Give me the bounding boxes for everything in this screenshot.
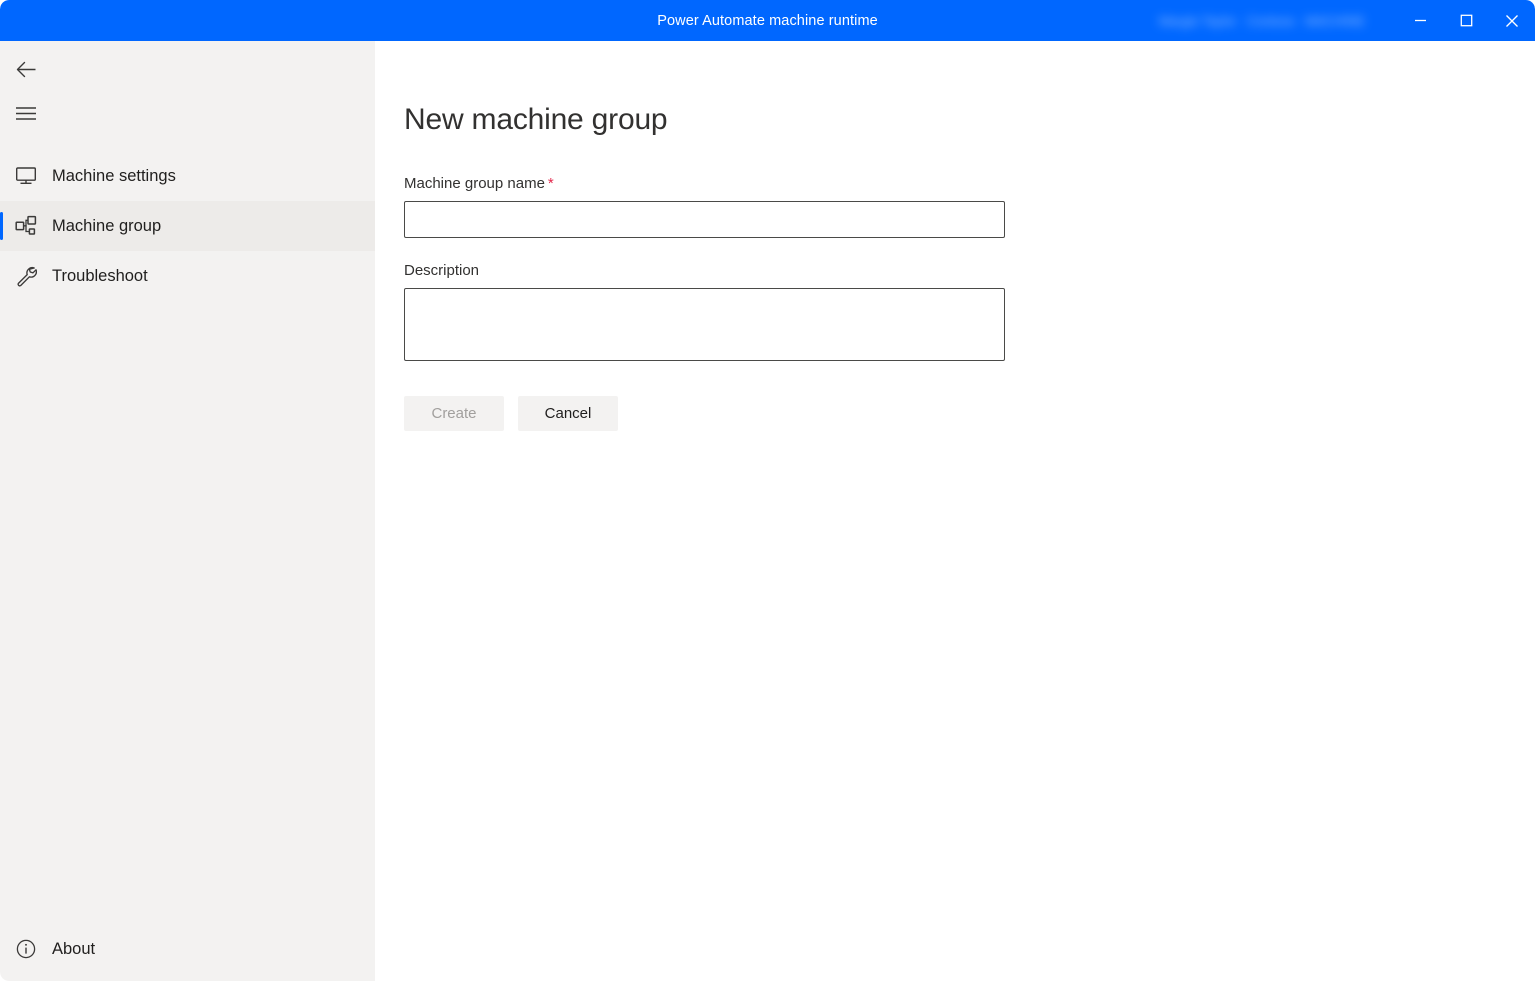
app-window: Power Automate machine runtime Margie Ta… [0, 0, 1535, 981]
close-button[interactable] [1489, 0, 1535, 41]
sidebar-nav: Machine settings Machine group Troublesh… [0, 151, 375, 301]
machine-group-name-label-text: Machine group name [404, 175, 545, 192]
window-title: Power Automate machine runtime [657, 12, 878, 29]
sidebar-item-about[interactable]: About [0, 923, 375, 975]
form-actions: Create Cancel [404, 396, 1535, 431]
sidebar-item-label: Troubleshoot [52, 266, 148, 285]
sidebar-item-label: Machine settings [52, 166, 176, 185]
maximize-icon [1460, 14, 1472, 27]
description-label: Description [404, 262, 480, 279]
minimize-button[interactable] [1397, 0, 1443, 41]
create-button[interactable]: Create [404, 396, 504, 431]
page-title: New machine group [404, 103, 668, 136]
sidebar: Machine settings Machine group Troublesh… [0, 41, 375, 981]
sidebar-item-label: About [52, 939, 96, 958]
sidebar-item-label: Machine group [52, 216, 162, 235]
back-arrow-icon [16, 61, 35, 77]
sidebar-item-troubleshoot[interactable]: Troubleshoot [0, 251, 375, 301]
account-info-blurred: Margie Taylor Contoso MACHINE [1159, 13, 1365, 28]
account-info-part: Margie Taylor [1158, 13, 1237, 28]
hamburger-menu-icon [16, 106, 36, 120]
minimize-icon [1414, 19, 1426, 22]
maximize-button[interactable] [1443, 0, 1489, 41]
hamburger-menu-button[interactable] [2, 91, 50, 135]
required-asterisk: * [547, 175, 554, 192]
sidebar-item-machine-settings[interactable]: Machine settings [0, 151, 375, 201]
machine-group-icon [15, 215, 43, 237]
machine-group-name-field-group: Machine group name * [404, 175, 1535, 238]
sidebar-header [0, 41, 375, 135]
info-circle-icon [15, 938, 43, 960]
description-input[interactable] [404, 288, 1005, 361]
main-content: New machine group Machine group name * De… [375, 41, 1535, 981]
account-info-part: Contoso [1246, 13, 1296, 28]
machine-group-name-label: Machine group name * [404, 175, 1535, 192]
description-field-group: Description [404, 262, 1535, 366]
machine-group-name-input[interactable] [404, 201, 1005, 238]
account-info-part: MACHINE [1305, 13, 1365, 28]
close-icon [1506, 14, 1518, 27]
window-body: Machine settings Machine group Troublesh… [0, 41, 1535, 981]
window-controls [1397, 0, 1535, 41]
cancel-button[interactable]: Cancel [518, 396, 618, 431]
title-bar: Power Automate machine runtime Margie Ta… [0, 0, 1535, 41]
wrench-icon [15, 265, 43, 287]
monitor-icon [15, 165, 43, 187]
sidebar-item-machine-group[interactable]: Machine group [0, 201, 375, 251]
back-button[interactable] [2, 47, 50, 91]
